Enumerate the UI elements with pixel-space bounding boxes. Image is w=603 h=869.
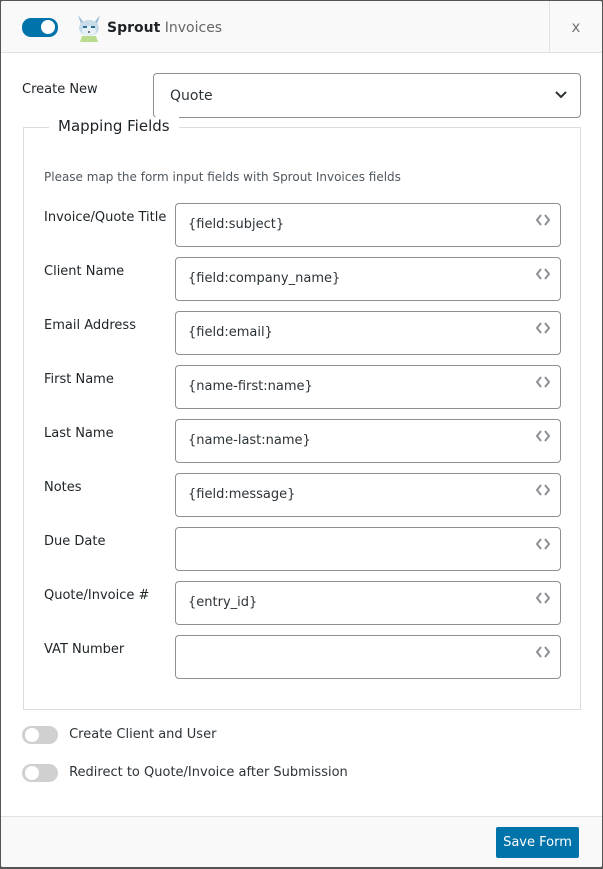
invoice-title-input[interactable]: {field:subject} — [175, 203, 561, 247]
brand-light: Invoices — [164, 20, 223, 36]
merge-tags-icon[interactable] — [535, 536, 551, 552]
first-name-input[interactable]: {name-first:name} — [175, 365, 561, 409]
redirect-toggle[interactable] — [22, 763, 58, 782]
merge-tags-icon[interactable] — [535, 482, 551, 498]
quote-invoice-number-input[interactable]: {entry_id} — [175, 581, 561, 625]
modal-footer: Save Form — [1, 816, 602, 867]
field-value: {field:email} — [188, 325, 273, 340]
mapping-fields-group: Mapping Fields Please map the form input… — [23, 117, 581, 710]
merge-tags-icon[interactable] — [535, 590, 551, 606]
close-icon: x — [571, 18, 581, 36]
sprout-invoices-logo-icon — [78, 15, 100, 42]
integration-enable-toggle[interactable] — [22, 18, 58, 37]
mapping-fields-legend: Mapping Fields — [49, 117, 179, 135]
field-label: VAT Number — [44, 642, 125, 657]
field-label: First Name — [44, 372, 114, 387]
toggle-knob — [41, 20, 55, 34]
create-client-toggle[interactable] — [22, 725, 58, 744]
notes-input[interactable]: {field:message} — [175, 473, 561, 517]
field-value: {field:company_name} — [188, 271, 341, 286]
merge-tags-icon[interactable] — [535, 644, 551, 660]
merge-tags-icon[interactable] — [535, 320, 551, 336]
last-name-input[interactable]: {name-last:name} — [175, 419, 561, 463]
merge-tags-icon[interactable] — [535, 266, 551, 282]
field-value: {field:subject} — [188, 217, 285, 232]
field-label: Notes — [44, 480, 82, 495]
mapping-description: Please map the form input fields with Sp… — [44, 170, 401, 184]
field-label: Invoice/Quote Title — [44, 210, 167, 225]
field-value: {field:message} — [188, 487, 296, 502]
field-value: {entry_id} — [188, 595, 258, 610]
sprout-invoices-modal: Sprout Invoices x Create New Quote Mappi… — [1, 1, 602, 867]
field-value: {name-first:name} — [188, 379, 313, 394]
vat-number-input[interactable] — [175, 635, 561, 679]
modal-header: Sprout Invoices x — [1, 1, 602, 53]
merge-tags-icon[interactable] — [535, 212, 551, 228]
toggle-knob — [25, 727, 39, 742]
merge-tags-icon[interactable] — [535, 428, 551, 444]
toggle-knob — [25, 765, 39, 780]
option-label: Create Client and User — [69, 727, 217, 742]
field-label: Email Address — [44, 318, 136, 333]
brand-name: Sprout Invoices — [107, 20, 222, 36]
field-label: Client Name — [44, 264, 125, 279]
create-new-selected-value: Quote — [170, 88, 213, 104]
option-create-client: Create Client and User — [22, 724, 216, 744]
create-new-label: Create New — [22, 82, 98, 97]
email-address-input[interactable]: {field:email} — [175, 311, 561, 355]
close-button[interactable]: x — [549, 1, 602, 53]
option-label: Redirect to Quote/Invoice after Submissi… — [69, 765, 348, 780]
merge-tags-icon[interactable] — [535, 374, 551, 390]
option-redirect: Redirect to Quote/Invoice after Submissi… — [22, 762, 348, 782]
field-value: {name-last:name} — [188, 433, 311, 448]
due-date-input[interactable] — [175, 527, 561, 571]
field-label: Last Name — [44, 426, 114, 441]
save-form-button[interactable]: Save Form — [496, 827, 579, 858]
field-label: Quote/Invoice # — [44, 588, 150, 603]
field-label: Due Date — [44, 534, 106, 549]
create-new-select[interactable]: Quote — [153, 73, 581, 118]
brand-bold: Sprout — [107, 20, 161, 36]
chevron-down-icon — [555, 91, 567, 99]
client-name-input[interactable]: {field:company_name} — [175, 257, 561, 301]
